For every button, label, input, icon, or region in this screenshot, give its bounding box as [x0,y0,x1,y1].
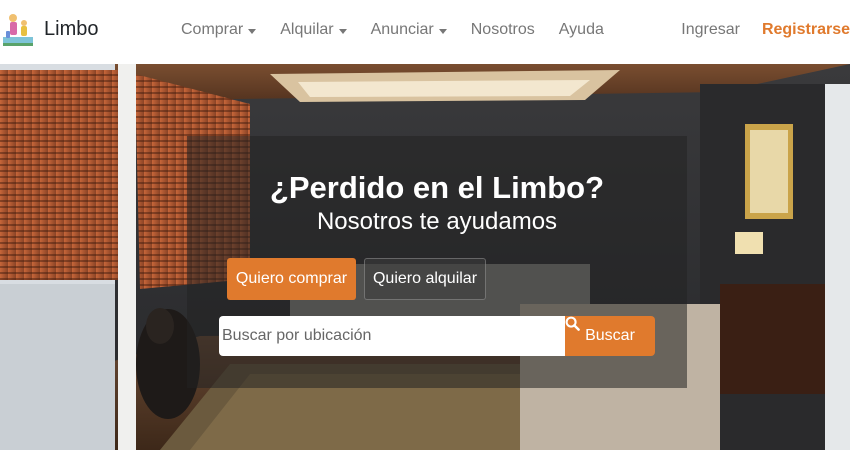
search-bar: Buscar [219,316,655,356]
login-link[interactable]: Ingresar [671,21,750,39]
nav-ayuda[interactable]: Ayuda [550,21,613,39]
nav-nosotros[interactable]: Nosotros [462,21,544,39]
navbar: Limbo Comprar Alquilar Anunciar Nosotros… [0,0,850,64]
nav-alquilar-label: Alquilar [280,21,334,38]
hero-title: ¿Perdido en el Limbo? [269,170,605,205]
nav-alquilar[interactable]: Alquilar [271,21,355,39]
auth-nav: Ingresar Registrarse [671,0,850,60]
tab-quiero-alquilar[interactable]: Quiero alquilar [364,258,486,300]
brand-name: Limbo [44,17,99,40]
main-nav: Comprar Alquilar Anunciar Nosotros Ayuda [172,0,619,60]
search-button[interactable]: Buscar [565,316,655,356]
tab-quiero-comprar[interactable]: Quiero comprar [227,258,356,300]
hero-section: ¿Perdido en el Limbo? Nosotros te ayudam… [0,64,850,450]
search-button-label: Buscar [585,327,635,344]
nav-anunciar-label: Anunciar [370,21,434,38]
register-link[interactable]: Registrarse [762,21,850,39]
nav-nosotros-label: Nosotros [470,21,535,38]
search-input[interactable] [219,316,565,356]
caret-down-icon [338,28,347,34]
nav-comprar[interactable]: Comprar [172,21,265,39]
caret-down-icon [438,28,447,34]
nav-ayuda-label: Ayuda [558,21,604,38]
brand-link[interactable]: Limbo [0,9,98,49]
caret-down-icon [248,28,257,34]
search-panel: ¿Perdido en el Limbo? Nosotros te ayudam… [187,136,687,388]
nav-anunciar[interactable]: Anunciar [362,21,456,39]
search-icon [565,316,580,331]
nav-comprar-label: Comprar [181,21,244,38]
family-logo-icon [3,14,33,46]
hero-subtitle: Nosotros te ayudamos [316,208,558,235]
